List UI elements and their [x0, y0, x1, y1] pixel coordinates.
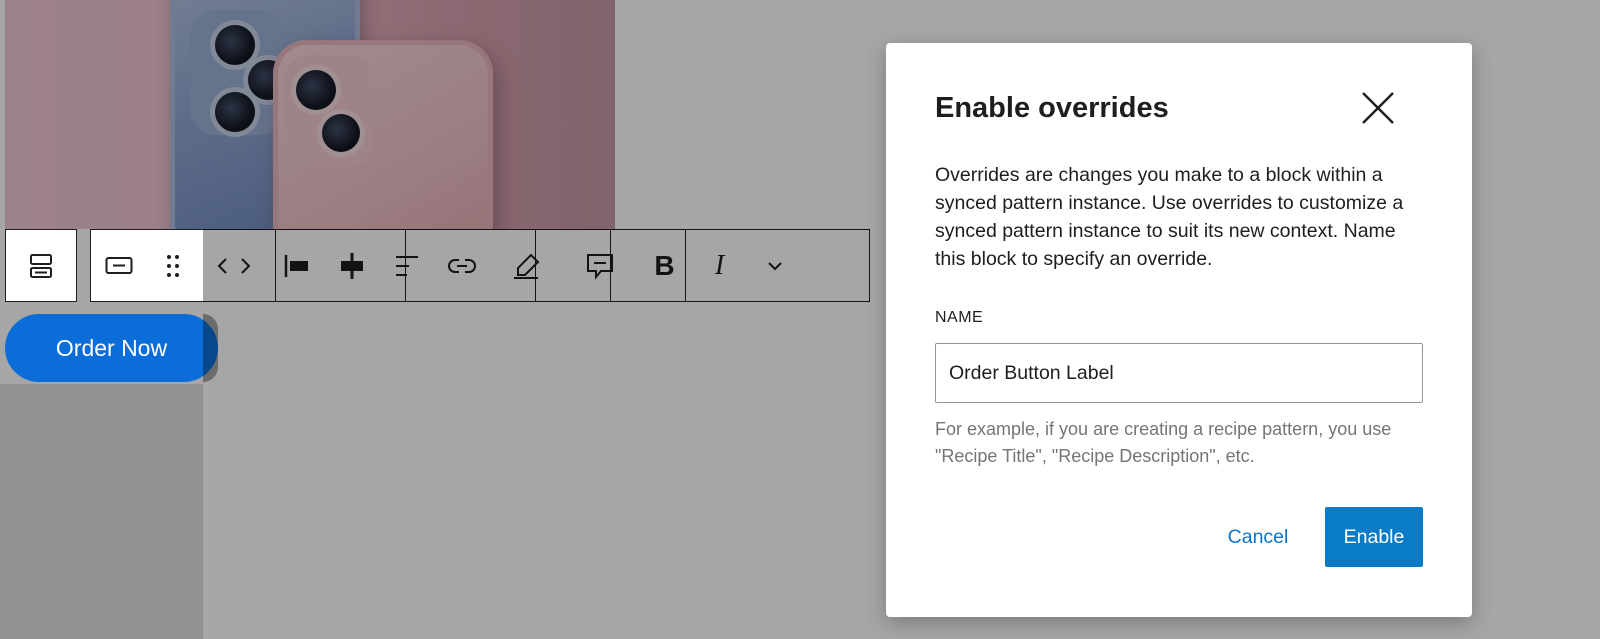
enable-overrides-modal: Enable overrides Overrides are changes y… [886, 43, 1472, 617]
button-dim-edge [203, 314, 218, 382]
drag-handle-icon [167, 254, 179, 277]
cancel-button[interactable]: Cancel [1218, 507, 1298, 567]
name-field-label: NAME [935, 309, 984, 326]
toolbar-dim [203, 229, 870, 302]
modal-title: Enable overrides [935, 92, 1169, 124]
help-text: For example, if you are creating a recip… [935, 419, 1392, 466]
name-input[interactable] [935, 343, 1423, 403]
order-now-button[interactable]: Order Now [5, 314, 218, 382]
toolbar-parent-group [5, 229, 77, 302]
layout-stack-icon [30, 253, 52, 278]
enable-button[interactable]: Enable [1325, 507, 1423, 567]
drag-handle-button[interactable] [147, 230, 199, 301]
button-icon [105, 256, 133, 274]
select-parent-button[interactable] [6, 230, 76, 301]
close-button[interactable] [1358, 88, 1398, 128]
modal-description: Overrides are changes you make to a bloc… [935, 164, 1404, 270]
close-icon [1362, 92, 1394, 124]
button-block-icon-button[interactable] [91, 230, 147, 301]
